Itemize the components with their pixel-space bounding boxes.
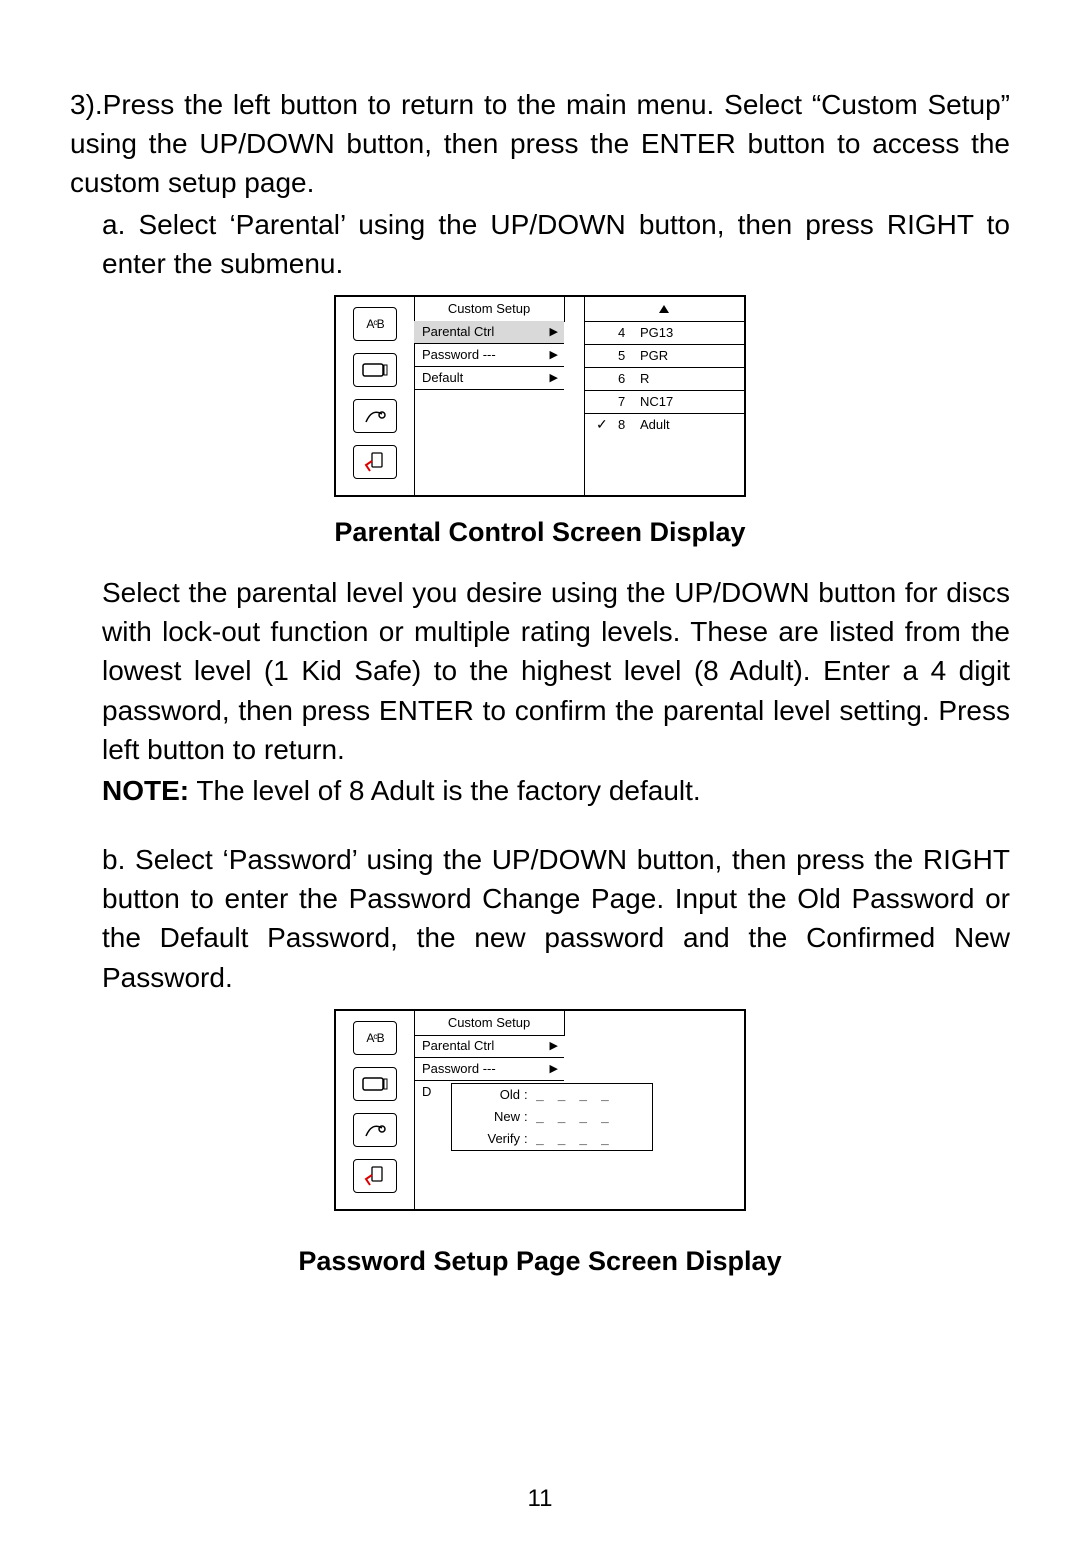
arrow-right-icon: ▶ xyxy=(550,1062,558,1075)
menu-item-label: Password --- xyxy=(422,347,496,362)
audio-icon xyxy=(353,399,397,433)
paragraph-note: NOTE: The level of 8 Adult is the factor… xyxy=(70,771,1010,810)
rating-num: 4 xyxy=(618,325,640,340)
rating-icon xyxy=(353,445,397,479)
menu-parental-ctrl[interactable]: Parental Ctrl ▶ xyxy=(414,321,564,344)
rating-label: Adult xyxy=(640,417,710,432)
menu-item-label: Parental Ctrl xyxy=(422,324,494,339)
arrow-right-icon: ▶ xyxy=(550,371,558,384)
language-icon xyxy=(353,1021,397,1055)
parental-control-screen: Custom Setup Parental Ctrl ▶ Password --… xyxy=(334,295,746,497)
menu-column: Parental Ctrl ▶ Password --- ▶ Default ▶ xyxy=(414,321,564,390)
language-icon xyxy=(353,307,397,341)
rating-num: 6 xyxy=(618,371,640,386)
menu-parental-ctrl[interactable]: Parental Ctrl ▶ xyxy=(414,1035,564,1058)
screen-title: Custom Setup xyxy=(414,297,565,322)
password-dialog: Old : _ _ _ _ New : _ _ _ _ Verify : _ _… xyxy=(451,1083,653,1151)
note-label: NOTE: xyxy=(102,775,189,806)
video-icon xyxy=(353,353,397,387)
rating-pgr[interactable]: 5 PGR xyxy=(584,345,744,368)
password-setup-screen: Custom Setup Parental Ctrl ▶ Password --… xyxy=(334,1009,746,1211)
pw-field-value: _ _ _ _ xyxy=(536,1109,612,1124)
arrow-right-icon: ▶ xyxy=(550,1039,558,1052)
menu-item-label: Default xyxy=(422,370,463,385)
video-icon xyxy=(353,1067,397,1101)
arrow-right-icon: ▶ xyxy=(550,348,558,361)
screen-sidebar xyxy=(336,1011,415,1209)
pw-field-label: Verify xyxy=(460,1131,520,1146)
colon: : xyxy=(524,1109,536,1124)
manual-page: 3).Press the left button to return to th… xyxy=(0,0,1080,1563)
pw-field-label: New xyxy=(460,1109,520,1124)
colon: : xyxy=(524,1131,536,1146)
rating-pg13[interactable]: 4 PG13 xyxy=(584,322,744,345)
pw-verify-row[interactable]: Verify : _ _ _ _ xyxy=(452,1128,652,1150)
arrow-right-icon: ▶ xyxy=(550,325,558,338)
paragraph-step-b: b. Select ‘Password’ using the UP/DOWN b… xyxy=(70,840,1010,997)
menu-password[interactable]: Password --- ▶ xyxy=(414,344,564,367)
figure-caption-parental: Parental Control Screen Display xyxy=(70,517,1010,548)
pw-old-row[interactable]: Old : _ _ _ _ xyxy=(452,1084,652,1106)
check-icon: ✓ xyxy=(596,416,608,433)
rating-num: 5 xyxy=(618,348,640,363)
rating-label: R xyxy=(640,371,710,386)
note-body: The level of 8 Adult is the factory defa… xyxy=(189,775,701,806)
paragraph-step-a: a. Select ‘Parental’ using the UP/DOWN b… xyxy=(70,205,1010,283)
scroll-up-icon xyxy=(659,305,669,313)
rating-label: NC17 xyxy=(640,394,710,409)
pw-new-row[interactable]: New : _ _ _ _ xyxy=(452,1106,652,1128)
rating-column: 4 PG13 5 PGR 6 R 7 NC17 ✓ 8 Adult xyxy=(584,297,744,436)
rating-r[interactable]: 6 R xyxy=(584,368,744,391)
paragraph-step3: 3).Press the left button to return to th… xyxy=(70,85,1010,203)
divider xyxy=(564,297,585,495)
rating-num: 8 xyxy=(618,417,640,432)
paragraph-parental-instructions: Select the parental level you desire usi… xyxy=(70,573,1010,769)
rating-icon xyxy=(353,1159,397,1193)
menu-item-label: D xyxy=(422,1084,431,1099)
figure-caption-password: Password Setup Page Screen Display xyxy=(70,1246,1010,1277)
menu-password[interactable]: Password --- ▶ xyxy=(414,1058,564,1081)
screen-title: Custom Setup xyxy=(414,1011,565,1036)
pw-field-value: _ _ _ _ xyxy=(536,1131,612,1146)
menu-item-label: Parental Ctrl xyxy=(422,1038,494,1053)
rating-adult[interactable]: ✓ 8 Adult xyxy=(584,414,744,436)
scroll-up-header[interactable] xyxy=(584,297,744,322)
audio-icon xyxy=(353,1113,397,1147)
menu-default[interactable]: Default ▶ xyxy=(414,367,564,390)
menu-item-label: Password --- xyxy=(422,1061,496,1076)
pw-field-label: Old xyxy=(460,1087,520,1102)
pw-field-value: _ _ _ _ xyxy=(536,1087,612,1102)
rating-label: PG13 xyxy=(640,325,710,340)
colon: : xyxy=(524,1087,536,1102)
rating-nc17[interactable]: 7 NC17 xyxy=(584,391,744,414)
page-number: 11 xyxy=(0,1485,1080,1513)
screen-sidebar xyxy=(336,297,415,495)
rating-label: PGR xyxy=(640,348,710,363)
rating-num: 7 xyxy=(618,394,640,409)
